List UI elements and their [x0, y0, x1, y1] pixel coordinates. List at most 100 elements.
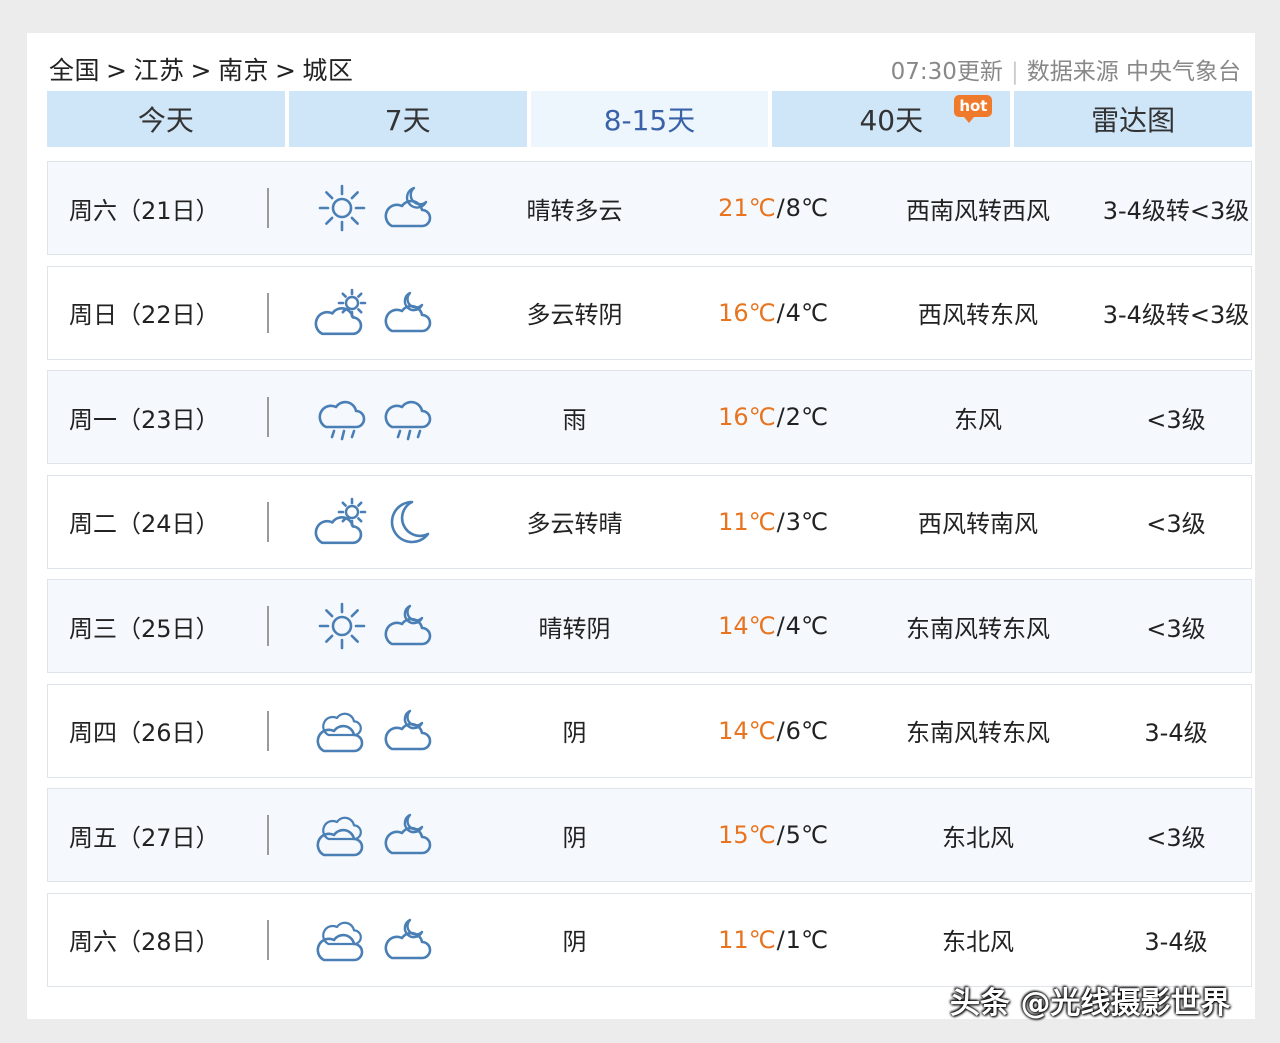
temp-separator: /: [776, 925, 785, 954]
tab-40-days[interactable]: 40天 hot: [772, 91, 1011, 147]
weather-description: 晴转多云: [526, 196, 623, 225]
high-temp: 21℃: [718, 194, 776, 222]
temp-separator: /: [776, 403, 785, 431]
forecast-row: 周六（28日） 阴 11℃/1℃ 东北风 3-4级: [47, 892, 1252, 987]
row-divider: [267, 501, 269, 542]
forecast-row: 周四（26日） 阴 14℃/6℃ 东南风转东风 3-4级: [47, 683, 1252, 778]
forecast-date: 周六（21日）: [69, 196, 220, 225]
high-temp: 15℃: [718, 821, 776, 849]
tab-radar[interactable]: 雷达图: [1014, 91, 1252, 147]
wind-level: <3级: [1146, 405, 1206, 434]
partly-cloudy-night-icon: [380, 685, 436, 777]
tab-label: 40天: [859, 104, 924, 137]
temperature-range: 16℃/2℃: [688, 371, 858, 463]
update-time: 07:30更新: [890, 59, 1003, 85]
breadcrumb-item-city[interactable]: 南京: [218, 56, 269, 85]
sunny-icon: [314, 580, 370, 672]
wind-direction: 西风转南风: [918, 510, 1038, 538]
tab-label: 7天: [384, 104, 431, 137]
tab-today[interactable]: 今天: [47, 91, 285, 147]
forecast-row: 周六（21日） 晴转多云 21℃/8℃ 西南风转西风 3-4级转<3级: [47, 161, 1252, 255]
overcast-icon: [314, 685, 370, 777]
rain-icon: [380, 371, 436, 463]
high-temp: 16℃: [718, 403, 776, 431]
wind-direction: 东南风转东风: [906, 719, 1050, 747]
low-temp: 5℃: [785, 821, 828, 849]
overcast-icon: [314, 789, 370, 881]
data-source: 数据来源 中央气象台: [1026, 59, 1241, 85]
breadcrumb: 全国 > 江苏 > 南京 > 城区: [49, 51, 353, 87]
wind-level: <3级: [1146, 823, 1206, 852]
forecast-date: 周日（22日）: [69, 301, 220, 329]
temperature-range: 15℃/5℃: [688, 789, 858, 881]
weather-description: 阴: [562, 928, 587, 956]
partly-cloudy-night-icon: [380, 267, 436, 359]
row-divider: [267, 815, 269, 855]
breadcrumb-item-province[interactable]: 江苏: [133, 56, 184, 85]
forecast-date: 周一（23日）: [69, 405, 220, 434]
tab-8-15-days[interactable]: 8-15天: [530, 91, 769, 147]
breadcrumb-item-country[interactable]: 全国: [49, 56, 100, 85]
tab-7-days[interactable]: 7天: [288, 91, 527, 147]
watermark: 头条 @光线摄影世界: [950, 986, 1231, 1021]
forecast-tabs: 今天 7天 8-15天 40天 hot 雷达图: [47, 91, 1252, 147]
temp-separator: /: [776, 716, 785, 745]
forecast-row: 周二（24日） 多云转晴 11℃/3℃ 西风转南风 <3级: [47, 474, 1252, 569]
wind-direction: 西风转东风: [918, 301, 1038, 329]
forecast-date: 周二（24日）: [69, 510, 220, 538]
temp-separator: /: [776, 298, 785, 327]
temp-separator: /: [776, 194, 785, 222]
wind-level: <3级: [1146, 510, 1206, 538]
wind-direction: 西南风转西风: [906, 196, 1050, 225]
high-temp: 16℃: [718, 298, 776, 327]
low-temp: 8℃: [785, 194, 828, 222]
weather-description: 晴转阴: [538, 614, 611, 643]
hot-badge: hot: [954, 95, 993, 123]
forecast-row: 周五（27日） 阴 15℃/5℃ 东北风 <3级: [47, 788, 1252, 882]
weather-description: 阴: [562, 719, 587, 747]
weather-panel: 全国 > 江苏 > 南京 > 城区 07:30更新 | 数据来源 中央气象台 今天 7天 8-1…: [27, 33, 1255, 1019]
wind-level: <3级: [1146, 614, 1206, 643]
moon-icon: [380, 476, 436, 568]
temperature-range: 14℃/6℃: [688, 685, 858, 777]
high-temp: 14℃: [718, 716, 776, 745]
forecast-date: 周五（27日）: [69, 823, 220, 852]
wind-direction: 东北风: [942, 823, 1014, 852]
breadcrumb-item-district: 城区: [302, 56, 354, 85]
update-info: 07:30更新 | 数据来源 中央气象台: [891, 52, 1241, 86]
partly-cloudy-night-icon: [380, 894, 436, 986]
wind-level: 3-4级转<3级: [1102, 196, 1250, 225]
wind-level: 3-4级: [1144, 928, 1208, 956]
breadcrumb-separator: >: [190, 56, 212, 85]
wind-direction: 东风: [954, 405, 1002, 434]
high-temp: 14℃: [718, 612, 776, 640]
tab-label: 8-15天: [603, 104, 696, 137]
partly-cloudy-night-icon: [380, 580, 436, 672]
weather-description: 阴: [562, 823, 587, 852]
partly-cloudy-night-icon: [380, 789, 436, 881]
forecast-date: 周六（28日）: [69, 928, 220, 956]
row-divider: [267, 292, 269, 333]
weather-description: 雨: [562, 405, 587, 434]
top-bar: 全国 > 江苏 > 南京 > 城区 07:30更新 | 数据来源 中央气象台: [27, 33, 1255, 93]
wind-direction: 东北风: [942, 928, 1014, 956]
row-divider: [267, 606, 269, 646]
sunny-icon: [314, 162, 370, 254]
row-divider: [267, 710, 269, 751]
row-divider: [267, 188, 269, 228]
row-divider: [267, 397, 269, 437]
forecast-date: 周三（25日）: [69, 614, 220, 643]
rain-icon: [314, 371, 370, 463]
low-temp: 1℃: [785, 925, 828, 954]
forecast-row: 周日（22日） 多云转阴 16℃/4℃ 西风转东风 3-4级转<3级: [47, 265, 1252, 360]
temperature-range: 14℃/4℃: [688, 580, 858, 672]
weather-description: 多云转晴: [526, 510, 623, 538]
partly-cloudy-day-icon: [314, 267, 370, 359]
cloudy-night-icon: [380, 162, 436, 254]
wind-level: 3-4级转<3级: [1102, 301, 1250, 329]
temperature-range: 16℃/4℃: [688, 267, 858, 359]
temp-separator: /: [776, 507, 785, 536]
forecast-row: 周三（25日） 晴转阴 14℃/4℃ 东南风转东风 <3级: [47, 579, 1252, 673]
low-temp: 2℃: [785, 403, 828, 431]
low-temp: 4℃: [785, 612, 828, 640]
